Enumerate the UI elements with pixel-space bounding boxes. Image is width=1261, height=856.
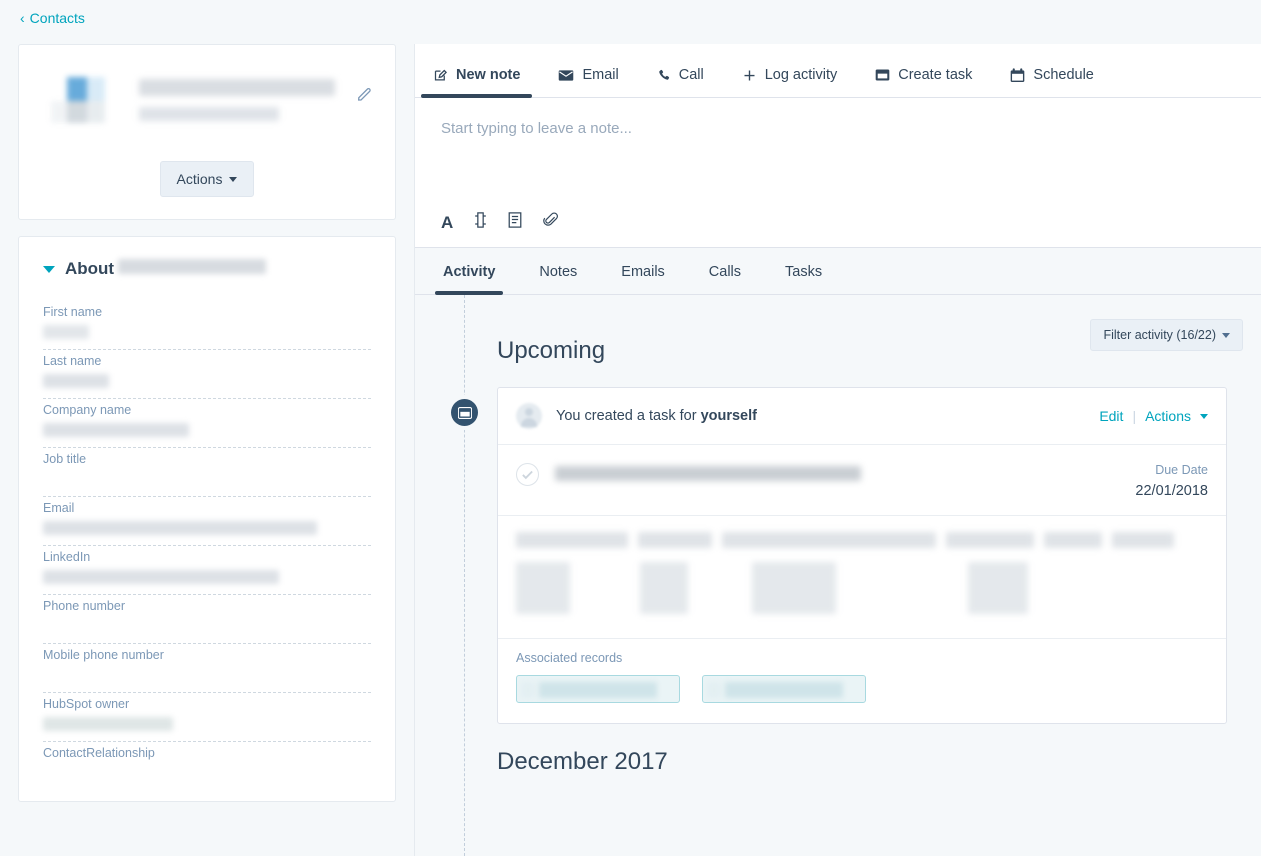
- filter-activity-label: Filter activity (16/22): [1103, 328, 1216, 342]
- field-first-name[interactable]: First name: [43, 301, 371, 350]
- note-composer[interactable]: Start typing to leave a note... A: [415, 98, 1261, 248]
- user-avatar-icon: [516, 403, 542, 429]
- breadcrumb[interactable]: ‹ Contacts: [20, 10, 85, 26]
- check-circle-icon[interactable]: [516, 463, 539, 486]
- due-date-label: Due Date: [1155, 463, 1208, 477]
- caret-down-icon[interactable]: [1200, 413, 1208, 419]
- field-mobile-phone-number[interactable]: Mobile phone number: [43, 644, 371, 693]
- plus-icon: [742, 68, 757, 83]
- associated-records-section: Associated records: [498, 638, 1226, 723]
- caret-down-icon: [229, 176, 238, 182]
- activity-card-title: You created a task for yourself: [556, 408, 757, 424]
- tab-tasks[interactable]: Tasks: [785, 264, 822, 294]
- due-date-value: 22/01/2018: [1135, 483, 1208, 499]
- tab-schedule[interactable]: Schedule: [1008, 67, 1095, 97]
- compose-tabs: New note Email Call Log activity Create …: [415, 44, 1261, 98]
- field-value-redacted: [43, 717, 173, 731]
- task-square-icon: [875, 68, 890, 82]
- field-company-name[interactable]: Company name: [43, 399, 371, 448]
- activity-tabs: Activity Notes Emails Calls Tasks: [415, 248, 1261, 295]
- tab-call[interactable]: Call: [655, 67, 706, 97]
- about-header[interactable]: About: [43, 259, 371, 279]
- associated-record-chip[interactable]: [702, 675, 866, 703]
- paperclip-attachment-icon[interactable]: [543, 212, 559, 233]
- link-divider: |: [1132, 408, 1137, 424]
- contact-name-block: [139, 73, 373, 121]
- task-card-icon: [451, 399, 478, 426]
- actions-button-label: Actions: [176, 171, 223, 187]
- associated-record-chip[interactable]: [516, 675, 680, 703]
- field-hubspot-owner[interactable]: HubSpot owner: [43, 693, 371, 742]
- page-layout: Actions About First name Last name Compa…: [0, 44, 1261, 856]
- task-target: yourself: [700, 408, 757, 424]
- tab-activity[interactable]: Activity: [434, 264, 504, 295]
- calendar-icon: [1010, 67, 1025, 83]
- contact-name-redacted: [139, 79, 335, 96]
- note-placeholder: Start typing to leave a note...: [441, 120, 632, 137]
- field-last-name[interactable]: Last name: [43, 350, 371, 399]
- tab-emails[interactable]: Emails: [621, 264, 665, 294]
- field-linkedin[interactable]: LinkedIn: [43, 546, 371, 595]
- note-toolbar: A: [441, 204, 1261, 247]
- contact-actions-wrap: Actions: [41, 161, 373, 197]
- timeline-item: You created a task for yourself Edit | A…: [415, 387, 1243, 724]
- due-date-block: Due Date 22/01/2018: [1135, 463, 1208, 499]
- body-blocks-redacted: [516, 562, 1208, 614]
- edit-link[interactable]: Edit: [1099, 408, 1123, 424]
- tab-calls[interactable]: Calls: [709, 264, 741, 294]
- envelope-icon: [558, 69, 574, 82]
- note-pencil-icon: [433, 68, 448, 83]
- field-value-redacted: [43, 570, 279, 584]
- tab-create-task[interactable]: Create task: [873, 67, 974, 97]
- tab-email[interactable]: Email: [556, 67, 620, 97]
- phone-icon: [657, 68, 671, 82]
- contact-header: [41, 73, 373, 135]
- pencil-icon[interactable]: [355, 85, 373, 103]
- sidebar: Actions About First name Last name Compa…: [0, 44, 414, 802]
- activity-card-body: [498, 516, 1226, 638]
- contact-summary-card: Actions: [18, 44, 396, 220]
- associated-records-label: Associated records: [516, 651, 623, 665]
- main-panel: New note Email Call Log activity Create …: [414, 44, 1261, 856]
- actions-button[interactable]: Actions: [159, 161, 255, 197]
- card-actions-link[interactable]: Actions: [1145, 408, 1191, 424]
- activity-card-links: Edit | Actions: [1099, 408, 1208, 424]
- task-row: Due Date 22/01/2018: [498, 445, 1226, 516]
- insert-snippet-icon[interactable]: [474, 212, 487, 233]
- chevron-left-icon: ‹: [20, 10, 25, 26]
- field-phone-number[interactable]: Phone number: [43, 595, 371, 644]
- field-job-title[interactable]: Job title: [43, 448, 371, 497]
- activity-card-header: You created a task for yourself Edit | A…: [498, 388, 1226, 445]
- body-text-redacted: [516, 532, 1208, 548]
- activity-card: You created a task for yourself Edit | A…: [497, 387, 1227, 724]
- field-value-redacted: [43, 423, 189, 437]
- document-template-icon[interactable]: [508, 212, 522, 233]
- field-email[interactable]: Email: [43, 497, 371, 546]
- about-title: About: [65, 259, 267, 279]
- field-value-redacted: [43, 521, 317, 535]
- associated-records-chips: [516, 675, 1208, 703]
- caret-down-icon: [1222, 332, 1230, 338]
- contact-subtitle-redacted: [139, 107, 279, 121]
- field-contact-relationship[interactable]: ContactRelationship: [43, 742, 371, 791]
- font-color-icon[interactable]: A: [441, 214, 453, 231]
- company-logo: [51, 73, 117, 135]
- task-name-redacted: [555, 466, 861, 481]
- about-name-redacted: [118, 259, 267, 274]
- field-value-redacted: [43, 325, 89, 339]
- tab-log-activity[interactable]: Log activity: [740, 67, 840, 97]
- breadcrumb-label: Contacts: [29, 10, 85, 26]
- tab-new-note[interactable]: New note: [420, 67, 533, 98]
- about-card: About First name Last name Company name …: [18, 236, 396, 802]
- section-title-december: December 2017: [497, 748, 668, 775]
- chevron-down-icon[interactable]: [43, 265, 55, 273]
- timeline: Filter activity (16/22) Upcoming You cre…: [415, 295, 1261, 856]
- field-value-redacted: [43, 374, 109, 388]
- tab-notes[interactable]: Notes: [539, 264, 577, 294]
- filter-activity-button[interactable]: Filter activity (16/22): [1090, 319, 1243, 351]
